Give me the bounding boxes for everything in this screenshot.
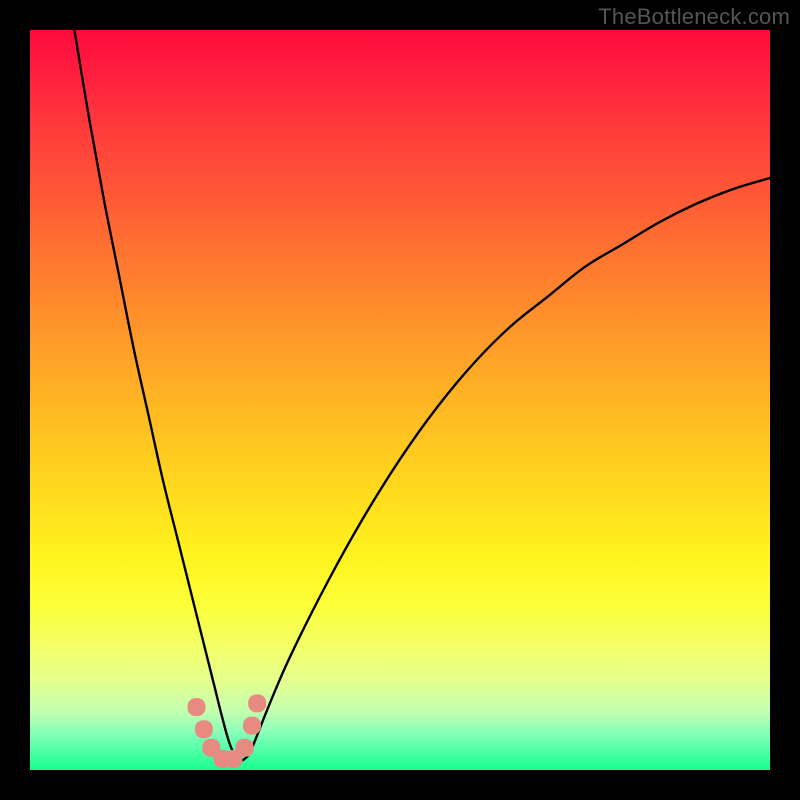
highlight-marker [248,694,266,712]
highlight-marker [236,739,254,757]
watermark-text: TheBottleneck.com [598,4,790,30]
chart-svg [30,30,770,770]
highlight-marker [243,717,261,735]
highlight-marker [188,698,206,716]
highlight-marker [195,720,213,738]
bottleneck-curve [74,30,770,761]
chart-plot-area [30,30,770,770]
chart-frame: TheBottleneck.com [0,0,800,800]
